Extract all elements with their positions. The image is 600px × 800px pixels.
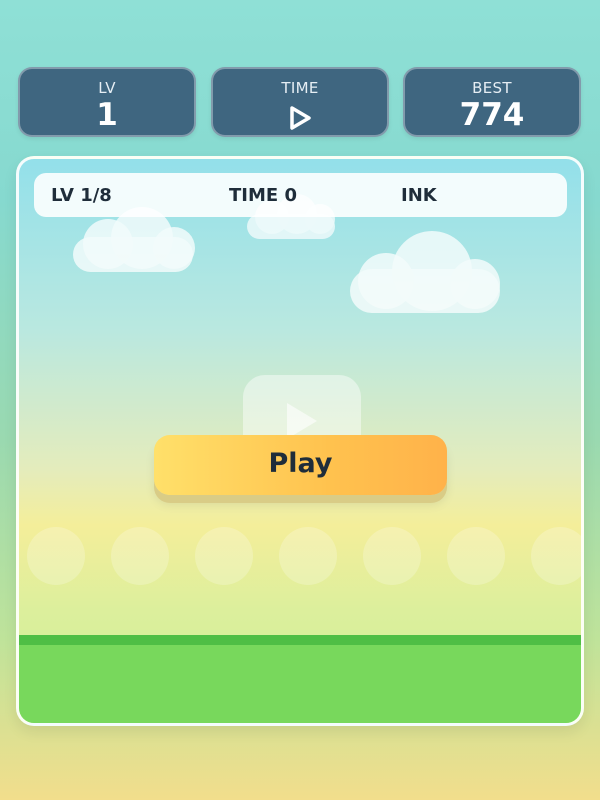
bubble-decoration <box>447 527 505 585</box>
hud-bar: LV 1/8 TIME 0 INK <box>34 173 567 217</box>
cloud <box>73 207 198 277</box>
bubble-decoration <box>279 527 337 585</box>
bubble-decoration <box>195 527 253 585</box>
hud-ink: INK <box>401 185 437 206</box>
time-stat-label: TIME <box>281 79 319 97</box>
play-icon <box>290 106 311 130</box>
level-stat-label: LV <box>98 79 116 97</box>
grass-edge <box>19 635 581 645</box>
time-stat-panel: TIME <box>211 67 389 137</box>
game-frame[interactable]: LV 1/8 TIME 0 INK Play <box>16 156 584 726</box>
level-stat-panel: LV 1 <box>18 67 196 137</box>
bubble-decoration <box>531 527 581 585</box>
bubble-decoration <box>363 527 421 585</box>
best-stat-label: BEST <box>472 79 512 97</box>
bubble-decoration <box>111 527 169 585</box>
bubble-decoration <box>27 527 85 585</box>
ground <box>19 645 581 723</box>
best-stat-value: 774 <box>459 97 525 133</box>
level-stat-value: 1 <box>96 97 118 133</box>
hud-time: TIME 0 <box>229 185 297 206</box>
hud-level: LV 1/8 <box>51 185 112 206</box>
play-button[interactable]: Play <box>154 435 447 495</box>
best-stat-panel: BEST 774 <box>403 67 581 137</box>
stats-bar: LV 1 TIME BEST 774 <box>18 67 582 139</box>
cloud <box>350 231 505 317</box>
time-stat-value <box>213 97 387 131</box>
